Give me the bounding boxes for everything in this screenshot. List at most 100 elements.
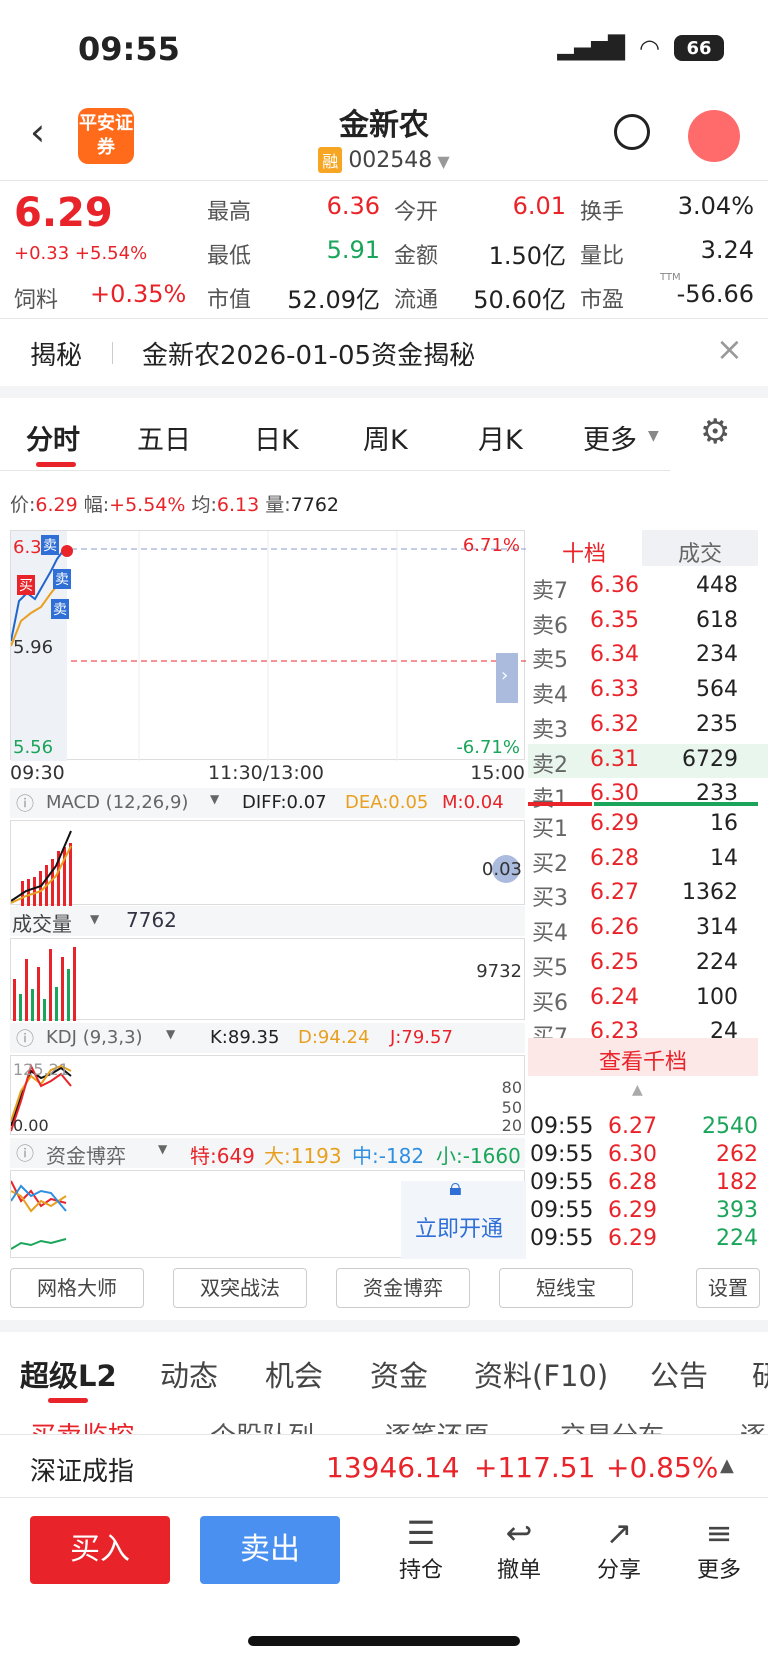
macd-chart[interactable]: 0.03 [10,820,525,906]
cancel-label: 撤单 [496,1558,541,1583]
chevron-up-icon[interactable]: ▲ [720,1455,734,1476]
chevron-right-icon[interactable]: › [501,665,508,686]
fund-te: 特:649 [190,1144,255,1168]
ask-row[interactable]: 卖7 6.36 448 [528,570,768,604]
subtab-queue[interactable]: 个股队列 [210,1416,314,1434]
tab-f10[interactable]: 资料(F10) [474,1353,608,1395]
bid-row[interactable]: 买4 6.26 314 [528,912,768,946]
fund-game-button[interactable]: 资金博弈 [336,1268,470,1308]
ask-row[interactable]: 卖5 6.34 234 [528,639,768,673]
status-time: 09:55 [78,30,180,68]
bid-row[interactable]: 买2 6.28 14 [528,843,768,877]
tab-research[interactable]: 研 [752,1353,768,1395]
ask-row[interactable]: 卖4 6.33 564 [528,674,768,708]
price-change: +0.33 +5.54% [14,243,147,264]
trade-row: 09:55 6.30 262 [528,1142,768,1170]
stock-code-row[interactable]: 融 002548 ▼ [0,147,768,173]
kdj-chart[interactable]: 125.21 0.00 80 50 20 [10,1055,525,1135]
battery-icon: 66 [674,35,724,61]
fund-chart[interactable]: 🔒︎ 立即开通 [10,1170,526,1259]
avatar[interactable] [688,110,740,162]
info-vol-label: 量: [265,494,291,516]
index-bar[interactable]: 深证成指 13946.14 +117.51 +0.85% ▲ [0,1434,768,1498]
ask-volume: 234 [696,642,738,668]
ask-row[interactable]: 卖3 6.32 235 [528,709,768,743]
kdj-header[interactable]: ⓘ KDJ (9,3,3) ▼ K:89.35 D:94.24 J:79.57 [10,1023,525,1053]
tab-dynamic[interactable]: 动态 [160,1353,218,1395]
tab-weekly-k[interactable]: 周K [363,418,408,457]
tab-intraday[interactable]: 分时 [26,418,80,457]
bid-row[interactable]: 买6 6.24 100 [528,982,768,1016]
info-icon: ⓘ [16,794,34,815]
bid-price: 6.26 [590,915,639,941]
spread-line-green [594,802,758,806]
ask-volume: 235 [696,711,738,737]
view-all-depth-button[interactable]: 查看千档 [528,1038,758,1076]
ask-price: 6.36 [590,573,639,598]
hold-action[interactable]: ☰ 持仓 [386,1514,456,1584]
fund-da: 大:1193 [264,1144,342,1168]
buy-button[interactable]: 买入 [30,1516,170,1584]
ask-row[interactable]: 卖6 6.35 618 [528,605,768,639]
menu-icon: ≡ [705,1514,733,1552]
sell-marker: 卖 [51,599,69,619]
ratio-value: 3.24 [700,236,754,264]
more-action[interactable]: ≡ 更多 [684,1514,754,1584]
settings-button[interactable]: 设置 [696,1268,760,1308]
volume-header[interactable]: 成交量 ▼ 7762 [10,906,525,936]
info-amp-label: 幅: [83,494,110,516]
tab-opportunity[interactable]: 机会 [265,1353,323,1395]
bid-level-label: 买1 [532,817,568,842]
subtab-more[interactable]: 逐 [740,1416,766,1434]
tab-daily-k[interactable]: 日K [254,418,299,457]
turnover-value: 3.04% [677,192,754,220]
volume-chart[interactable]: 9732 [10,938,525,1021]
tab-super-l2[interactable]: 超级L2 [20,1353,117,1395]
info-price-label: 价: [10,494,36,516]
info-price: 6.29 [35,494,78,516]
bid-row[interactable]: 买3 6.27 1362 [528,877,768,911]
trade-price: 6.28 [608,1170,657,1195]
orderbook-tab-depth[interactable]: 十档 [528,530,640,567]
unlock-button[interactable]: 立即开通 [415,1211,503,1243]
trade-time: 09:55 [530,1114,594,1139]
share-action[interactable]: ↗ 分享 [584,1514,654,1584]
tab-announcement[interactable]: 公告 [650,1353,708,1395]
bid-row[interactable]: 买1 6.29 16 [528,808,768,842]
tab-more[interactable]: 更多 [583,418,637,457]
subtab-restore[interactable]: 逐笔还原 [385,1416,489,1434]
close-icon[interactable]: × [716,330,743,368]
double-break-button[interactable]: 双突战法 [173,1268,307,1308]
tab-five-day[interactable]: 五日 [137,418,191,457]
short-line-button[interactable]: 短线宝 [499,1268,633,1308]
tab-fund[interactable]: 资金 [370,1353,428,1395]
search-icon[interactable] [614,114,650,150]
document-icon: ☰ [406,1514,436,1552]
gear-icon[interactable]: ⚙ [700,412,730,452]
grid-master-button[interactable]: 网格大师 [10,1268,144,1308]
fund-header[interactable]: ⓘ 资金博弈 ▼ 特:649 大:1193 中:-182 小:-1660 [10,1138,525,1168]
change-pct: +5.54% [74,243,148,264]
price-chart[interactable]: 6.3 6.71% 5.96 5.56 -6.71% 卖 买 卖 卖 › [10,530,526,761]
sell-button[interactable]: 卖出 [200,1516,340,1584]
ask-level-label: 卖4 [532,683,568,709]
bid-row[interactable]: 买5 6.25 224 [528,947,768,981]
reveal-bar[interactable]: 揭秘 金新农2026-01-05资金揭秘 × [0,320,768,386]
ask-row[interactable]: 卖2 6.31 6729 [528,743,768,778]
hold-label: 持仓 [398,1558,443,1583]
subtab-monitor[interactable]: 买卖监控 [30,1416,134,1434]
tab-monthly-k[interactable]: 月K [478,418,523,457]
sector-label[interactable]: 饲料 [14,282,58,314]
ask-price: 6.34 [590,642,639,668]
macd-header[interactable]: ⓘ MACD (12,26,9) ▼ DIFF:0.07 DEA:0.05 M:… [10,788,525,818]
ratio-label: 量比 [580,244,625,269]
cancel-action[interactable]: ↩ 撤单 [484,1514,554,1584]
open-value: 6.01 [512,192,566,220]
orderbook-tab-trades[interactable]: 成交 [642,530,758,567]
kdj-d: D:94.24 [298,1027,370,1048]
home-indicator [248,1636,520,1646]
current-price: 6.29 [14,190,113,236]
sub-tabs: 买卖监控 个股队列 逐笔还原 交易分布 逐 [0,1408,768,1434]
pe-label: 市盈 [580,288,625,313]
subtab-distribution[interactable]: 交易分布 [560,1416,664,1434]
